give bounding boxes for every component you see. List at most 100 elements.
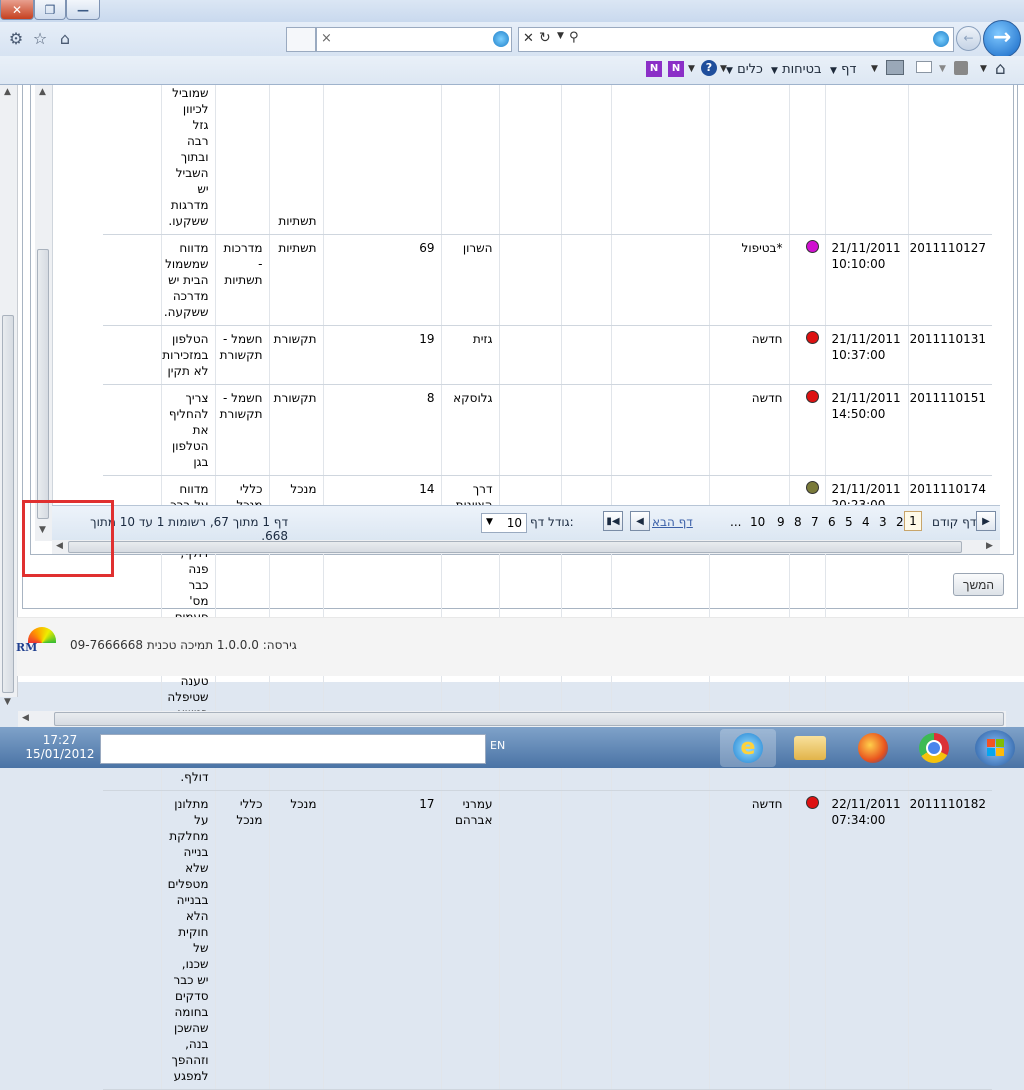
gear-icon[interactable]: ⚙ [6,28,26,48]
pager-prev-button[interactable]: ▶ [976,511,996,531]
page-menu[interactable]: ▼ דף [830,62,856,77]
table-cell [610,234,709,326]
onenote-icon[interactable]: N [646,61,662,77]
back-button[interactable]: ← [956,26,981,51]
new-tab-button[interactable] [286,27,316,52]
pager-page-link[interactable]: 3 [879,515,887,529]
table-row[interactable]: תשתיות שמוביל לכיוון גזל רבה ובתוך השביל … [52,85,992,235]
home-dropdown-icon[interactable]: ▼ [980,64,987,74]
cell-description: שמוביל לכיוון גזל רבה ובתוך השביל יש מדר… [168,86,209,228]
browser-tab[interactable]: × [316,27,512,52]
clock[interactable]: 17:27 15/01/2012 [25,733,95,761]
table-cell [322,85,441,235]
scroll-down-icon[interactable]: ▼ [4,697,11,707]
folder-taskbar-icon[interactable] [782,729,838,767]
pager-ellipsis[interactable]: ... [730,515,741,529]
page-size-value: 10 [506,516,522,530]
scroll-up-icon[interactable]: ▲ [4,87,11,97]
table-cell: מדרכות - תשתיות [214,234,269,326]
onenote-linked-icon[interactable]: N [668,61,684,77]
pager-page-link[interactable]: 7 [811,515,819,529]
page-size-dropdown-icon[interactable]: ▼ [486,517,493,527]
print-icon[interactable] [886,60,904,75]
grid-scroll-up-icon[interactable]: ▲ [39,87,46,97]
cell-number: 19 [419,332,435,346]
minimize-window-button[interactable]: — [66,0,100,20]
table-cell [560,85,611,235]
pager-page-link[interactable]: 5 [845,515,853,529]
continue-button[interactable]: המשך [953,573,1004,596]
pager-page-link[interactable]: 9 [777,515,785,529]
pager-page-link[interactable]: 8 [794,515,802,529]
chrome-taskbar-icon[interactable] [906,729,962,767]
safety-menu[interactable]: ▼ בטיחות [771,62,822,77]
grid-scroll-right-icon[interactable]: ▶ [986,541,993,551]
table-row[interactable]: 2011110182 22/11/2011 07:34:00 חדשה עמרני אב… [52,790,992,1090]
forward-button[interactable]: → [983,20,1021,58]
pager-page-link[interactable]: 4 [862,515,870,529]
pager-next-link[interactable]: דף הבא [652,515,693,529]
requests-table: תשתיות שמוביל לכיוון גזל רבה ובתוך השביל … [52,85,992,1090]
favorites-star-icon[interactable]: ☆ [30,28,50,48]
cell-name: עמרני אברהם [454,797,493,827]
cell-status: חדשה [751,391,783,405]
page-vertical-scrollbar[interactable]: ▲ ▼ [0,85,18,707]
tab-close-icon[interactable]: × [321,31,332,46]
search-icon[interactable]: ⚲ [569,30,579,45]
table-cell: תשתיות [268,234,323,326]
page-size-select[interactable]: ▼ 10 [481,513,527,533]
close-window-button[interactable]: ✕ [0,0,34,20]
windows-start-button[interactable] [975,730,1015,766]
pager-next-button[interactable]: ◀ [630,511,650,531]
pager-last-button[interactable]: ▮◀ [603,511,623,531]
cell-number: 69 [419,241,435,255]
home-icon[interactable]: ⌂ [55,28,75,48]
address-dropdown-icon[interactable]: ▼ [557,31,564,41]
firefox-taskbar-icon[interactable] [845,729,901,767]
help-icon[interactable]: ? [701,60,717,76]
onenote-dropdown-icon[interactable]: ▼ [688,64,695,74]
pager-page-link[interactable]: 6 [828,515,836,529]
table-cell: עמרני אברהם [440,790,499,1090]
table-row[interactable]: 2011110127 21/11/2011 10:10:00 *בטיפול השרון… [52,234,992,326]
table-cell: תשתיות [268,85,323,235]
cell-category: תשתיות [278,214,317,228]
print-dropdown-icon[interactable]: ▼ [871,64,878,74]
cell-name: גזית [472,332,493,346]
ie-favicon-icon [493,31,509,47]
table-cell [214,85,269,235]
cell-status: חדשה [751,332,783,346]
footer-version-text: גירסה: 1.0.0.0 תמיכה טכנית 09-7666668 [70,638,297,652]
restore-window-button[interactable]: ❐ [34,0,66,20]
feeds-icon[interactable] [954,61,968,75]
cell-type: כללי מנכל [236,797,263,827]
grid-hscroll-thumb[interactable] [68,541,962,553]
page-hscroll-thumb[interactable] [54,712,1004,726]
refresh-icon[interactable]: ↻ [539,30,551,46]
tools-menu[interactable]: ▼ כלים [726,62,763,77]
mail-icon[interactable] [916,61,932,73]
page-scrollbar-thumb[interactable] [2,315,14,693]
page-horizontal-scrollbar[interactable]: ◀ [18,711,1006,727]
grid-vertical-scrollbar[interactable]: ▲ ▼ [35,85,53,541]
scroll-left-icon[interactable]: ◀ [22,713,29,723]
pager-page-link[interactable]: 10 [750,515,765,529]
cell-type: מדרכות - תשתיות [223,241,263,287]
table-cell [708,85,789,235]
home-icon[interactable]: ⌂ [995,59,1006,79]
grid-scrollbar-thumb[interactable] [37,249,49,519]
cell-id: 2011110151 [909,391,986,405]
pager-prev-label[interactable]: דף קודם [932,515,976,529]
table-cell: 21/11/2011 10:37:00 [824,325,908,385]
taskbar-search-box[interactable] [100,734,486,764]
table-row[interactable]: 2011110131 21/11/2011 10:37:00 חדשה גזית 19 תק… [52,325,992,385]
pager-page-link[interactable]: 2 [896,515,904,529]
table-cell: *בטיפול [708,234,789,326]
stop-icon[interactable]: ✕ [523,31,534,46]
ie-taskbar-icon[interactable]: e [720,729,776,767]
mail-dropdown-icon[interactable]: ▼ [939,64,946,74]
address-bar[interactable]: ✕ ↻ ▼ ⚲ [518,27,954,52]
table-row[interactable]: 2011110151 21/11/2011 14:50:00 חדשה גלוסקא 8 ת… [52,384,992,476]
grid-horizontal-scrollbar[interactable]: ◀ ▶ [52,540,1000,554]
language-indicator[interactable]: EN [490,739,505,752]
